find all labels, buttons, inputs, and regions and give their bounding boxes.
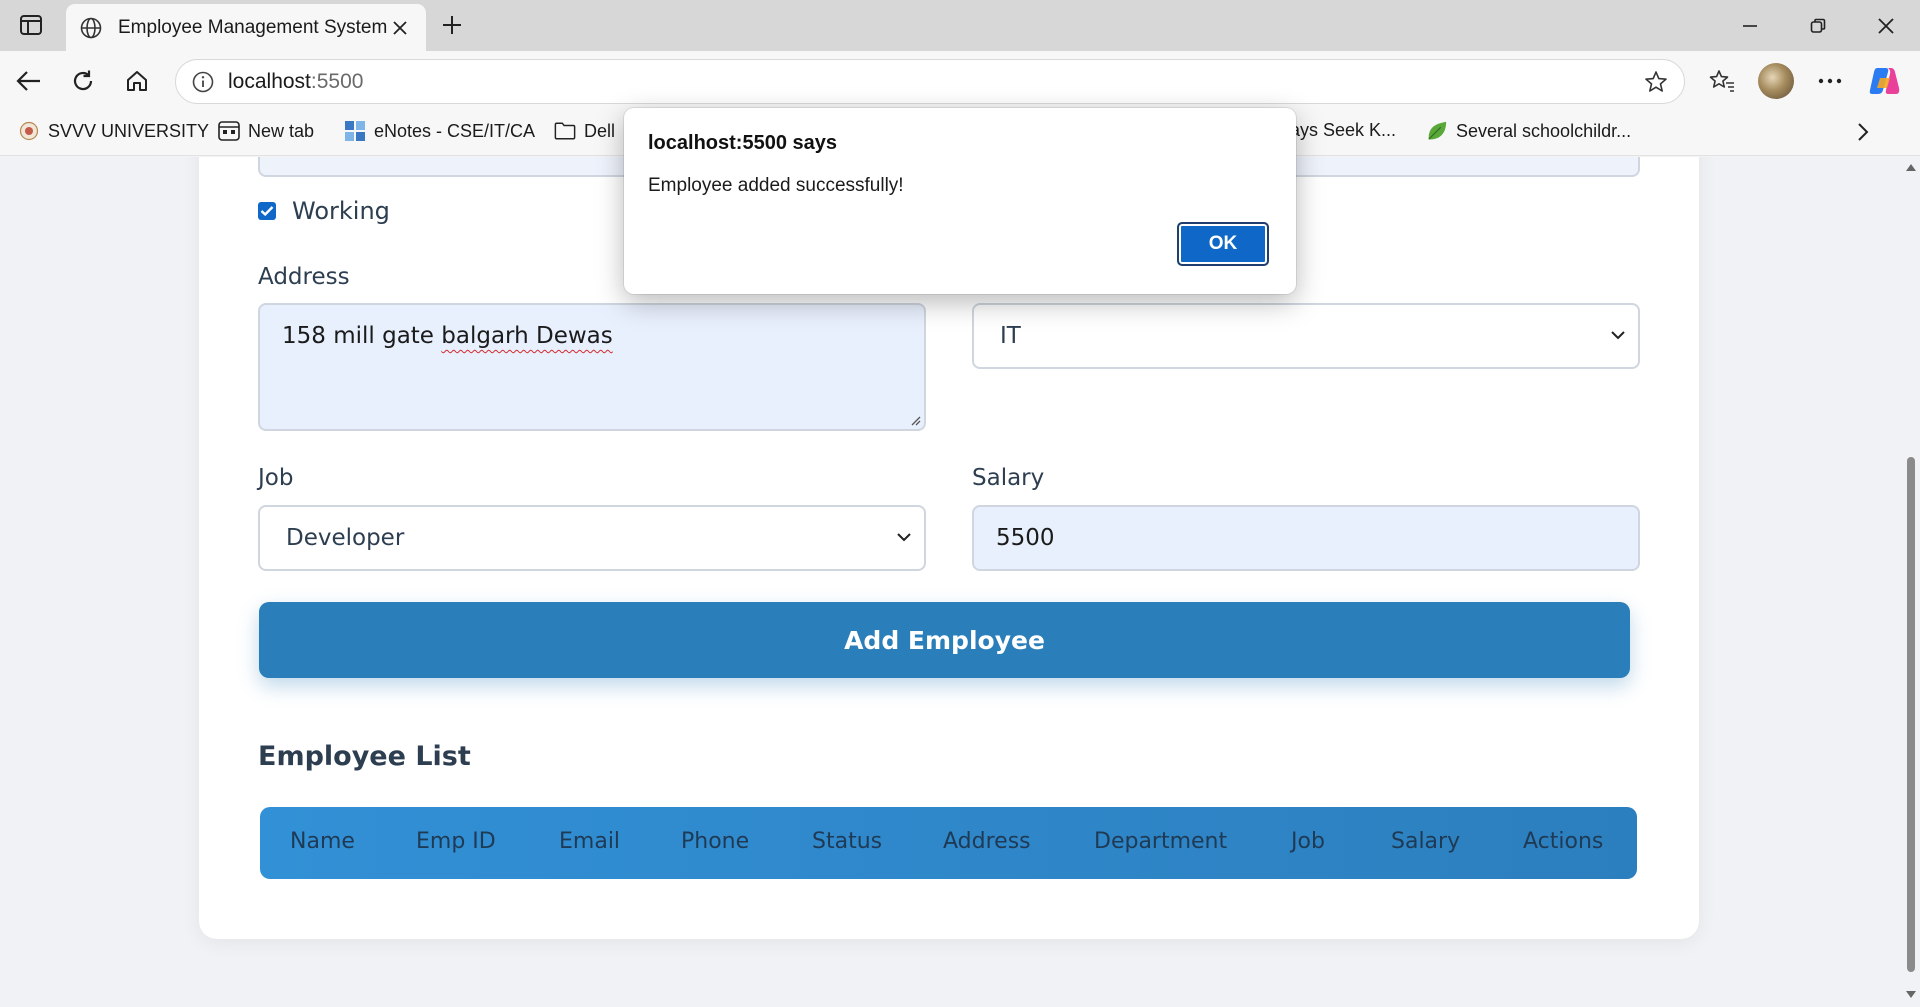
copilot-icon: [1869, 68, 1900, 94]
university-logo-icon: [18, 120, 40, 142]
employee-table-header: Name Emp ID Email Phone Status Address D…: [260, 807, 1637, 879]
salary-input[interactable]: 5500: [972, 505, 1640, 571]
settings-more-button[interactable]: [1812, 63, 1848, 99]
address-bar[interactable]: localhost:5500: [175, 59, 1685, 104]
chevron-down-icon: [897, 533, 911, 542]
url-host: localhost: [228, 69, 311, 93]
info-icon[interactable]: [192, 71, 214, 93]
minimize-button[interactable]: [1716, 0, 1784, 51]
favorites-button[interactable]: [1704, 63, 1740, 99]
tab-title: Employee Management System: [118, 16, 388, 38]
address-textarea[interactable]: 158 mill gate balgarh Dewas: [258, 303, 926, 431]
column-name[interactable]: Name: [290, 829, 355, 854]
dialog-title: localhost:5500 says: [648, 132, 837, 154]
avatar: [1758, 63, 1794, 99]
star-icon: [1645, 71, 1667, 92]
job-value: Developer: [286, 525, 405, 551]
address-label: Address: [258, 264, 350, 290]
new-tab-page-icon: [218, 120, 240, 142]
department-value: IT: [1000, 323, 1021, 349]
bookmark-schoolchildren[interactable]: Several schoolchildr...: [1426, 120, 1631, 142]
home-button[interactable]: [120, 64, 154, 98]
dialog-ok-button[interactable]: OK: [1177, 222, 1269, 266]
new-tab-button[interactable]: [436, 10, 468, 40]
bookmark-label: New tab: [248, 120, 315, 141]
address-text: 158 mill gate: [282, 323, 442, 349]
bookmark-label: Several schoolchildr...: [1456, 120, 1632, 141]
address-text-spellcheck: balgarh Dewas: [441, 323, 613, 349]
working-label: Working: [292, 197, 390, 225]
resize-grip-icon[interactable]: [909, 414, 921, 426]
bookmark-label: eNotes - CSE/IT/CA: [374, 120, 536, 141]
sidebar-icon: [20, 15, 42, 35]
bookmark-label: Dell: [584, 120, 616, 141]
salary-value: 5500: [996, 525, 1055, 551]
chevron-down-icon: [1611, 331, 1625, 340]
tab-bar: Employee Management System: [0, 0, 1920, 51]
window-controls: [1716, 0, 1920, 51]
add-employee-button[interactable]: Add Employee: [259, 602, 1630, 678]
restore-button[interactable]: [1784, 0, 1852, 51]
tab-employee-management[interactable]: Employee Management System: [66, 4, 426, 51]
job-select[interactable]: Developer: [258, 505, 926, 571]
column-emp-id[interactable]: Emp ID: [416, 829, 496, 854]
scroll-up-arrow-icon[interactable]: [1905, 161, 1917, 173]
bookmark-always-seek[interactable]: ays Seek K...: [1290, 120, 1396, 141]
tab-actions-button[interactable]: [14, 10, 48, 40]
bookmarks-overflow-button[interactable]: [1856, 122, 1870, 142]
refresh-button[interactable]: [66, 64, 100, 98]
bookmark-label: ays Seek K...: [1290, 120, 1397, 140]
copilot-button[interactable]: [1866, 63, 1902, 99]
home-icon: [127, 71, 147, 91]
minimize-icon: [1743, 24, 1757, 27]
working-checkbox[interactable]: [258, 202, 276, 220]
favorite-star-button[interactable]: [1644, 70, 1668, 99]
job-label: Job: [258, 465, 294, 491]
page-scrollbar[interactable]: [1902, 157, 1920, 1007]
restore-icon: [1810, 18, 1826, 33]
salary-label: Salary: [972, 465, 1045, 491]
scrollbar-thumb[interactable]: [1907, 457, 1915, 972]
chevron-right-icon: [1858, 123, 1869, 141]
refresh-icon: [73, 70, 93, 91]
column-status[interactable]: Status: [812, 829, 882, 854]
column-department[interactable]: Department: [1094, 829, 1227, 854]
alert-dialog: localhost:5500 says Employee added succe…: [624, 108, 1296, 294]
close-icon: [393, 20, 407, 35]
column-phone[interactable]: Phone: [681, 829, 749, 854]
favorites-icon: [1709, 70, 1734, 92]
column-address[interactable]: Address: [943, 829, 1031, 854]
tab-close-button[interactable]: [388, 16, 412, 40]
bookmark-svvv-university[interactable]: SVVV UNIVERSITY: [18, 120, 209, 142]
close-window-button[interactable]: [1852, 0, 1920, 51]
check-icon: [260, 206, 274, 217]
profile-button[interactable]: [1758, 63, 1794, 99]
dialog-message: Employee added successfully!: [648, 175, 904, 196]
close-icon: [1878, 17, 1894, 34]
bookmark-new-tab[interactable]: New tab: [218, 120, 314, 142]
column-actions[interactable]: Actions: [1523, 829, 1603, 854]
leaf-icon: [1426, 120, 1448, 142]
folder-icon: [554, 120, 576, 142]
employee-list-title: Employee List: [258, 741, 471, 772]
url-port: :5500: [310, 69, 364, 93]
working-checkbox-row[interactable]: Working: [258, 197, 390, 225]
more-dots-icon: [1818, 78, 1842, 84]
bookmark-enotes[interactable]: eNotes - CSE/IT/CA: [344, 120, 535, 142]
enotes-icon: [344, 120, 366, 142]
arrow-left-icon: [16, 71, 40, 91]
browser-toolbar: localhost:5500: [0, 51, 1920, 108]
bookmark-folder-dell[interactable]: Dell: [554, 120, 615, 142]
column-salary[interactable]: Salary: [1391, 829, 1460, 854]
back-button[interactable]: [12, 64, 46, 98]
globe-icon: [80, 17, 102, 38]
column-email[interactable]: Email: [559, 829, 620, 854]
plus-icon: [443, 16, 461, 34]
column-job[interactable]: Job: [1291, 829, 1325, 854]
department-select[interactable]: IT: [972, 303, 1640, 369]
scroll-down-arrow-icon[interactable]: [1905, 989, 1917, 1001]
bookmark-label: SVVV UNIVERSITY: [48, 120, 210, 141]
